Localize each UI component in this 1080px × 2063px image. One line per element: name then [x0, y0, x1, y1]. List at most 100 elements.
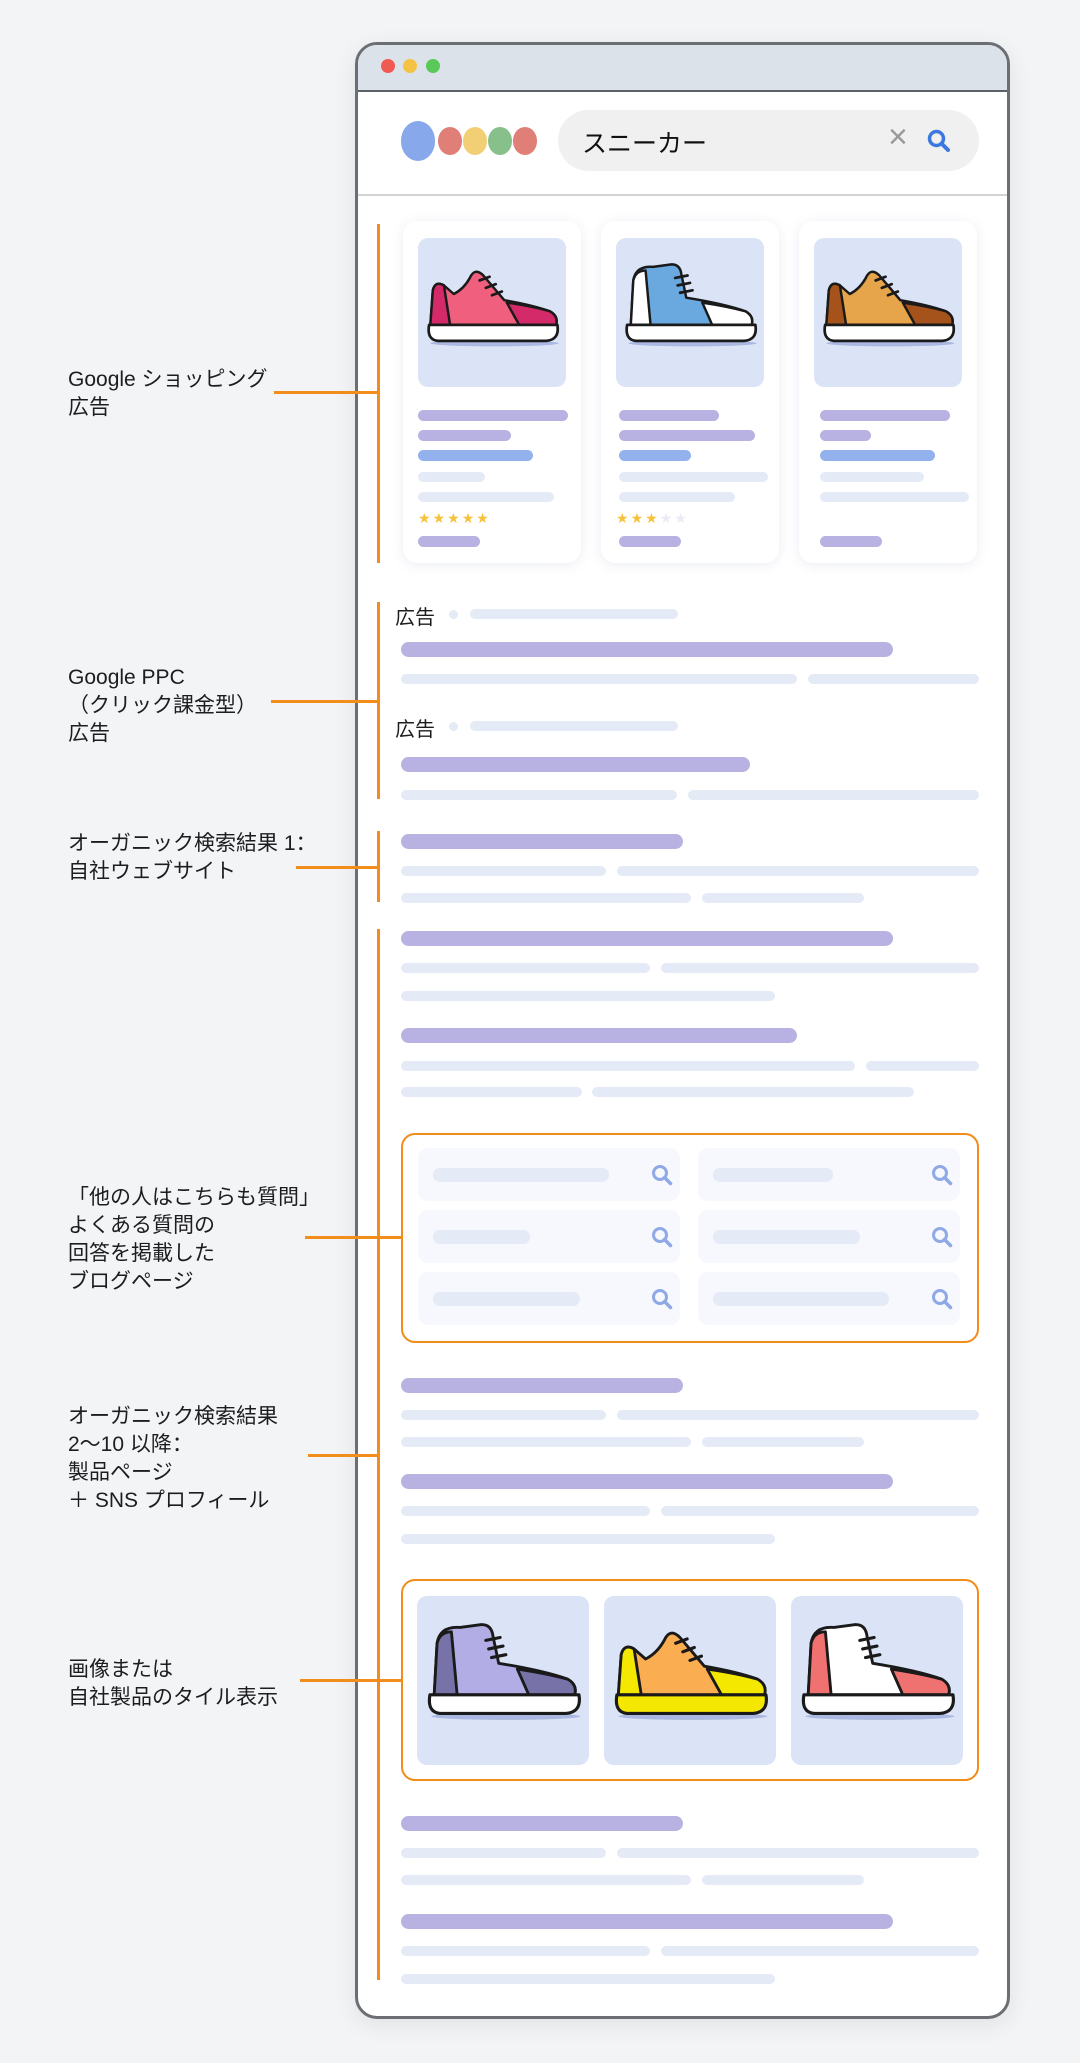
- text-placeholder: [418, 472, 485, 482]
- result-title-placeholder[interactable]: [401, 1815, 683, 1831]
- star-empty-icon: ★: [674, 510, 689, 526]
- logo-dot: [463, 127, 487, 155]
- star-empty-icon: ★: [659, 510, 675, 526]
- question-placeholder: [713, 1168, 833, 1182]
- sneaker-icon: [614, 1631, 768, 1720]
- text-placeholder: [688, 790, 979, 800]
- text-placeholder: [401, 866, 606, 876]
- text-placeholder: [619, 492, 735, 502]
- related-question[interactable]: [418, 1210, 680, 1263]
- text-placeholder: [401, 1061, 855, 1071]
- star-filled-icon: ★: [616, 510, 631, 526]
- text-placeholder: [661, 1506, 979, 1516]
- related-question[interactable]: [698, 1210, 960, 1263]
- logo-dot: [513, 127, 537, 155]
- image-tile[interactable]: [791, 1596, 963, 1765]
- annotation-shopping-ads: Google ショッピング 広告: [68, 368, 268, 419]
- text-placeholder: [401, 1506, 650, 1516]
- search-icon: [652, 1289, 673, 1310]
- text-placeholder: [592, 1087, 914, 1097]
- star-filled-icon: ★: [447, 510, 462, 526]
- image-tile[interactable]: [604, 1596, 776, 1765]
- star-filled-icon: ★: [432, 510, 448, 526]
- shopping-card[interactable]: ★★★★★: [403, 221, 581, 563]
- clear-icon[interactable]: ×: [888, 118, 908, 157]
- shopping-card[interactable]: [799, 221, 977, 563]
- close-window-button[interactable]: [381, 59, 395, 73]
- product-image: [418, 238, 566, 387]
- text-placeholder: [702, 1437, 864, 1447]
- star-filled-icon: ★: [461, 510, 477, 526]
- text-placeholder: [820, 492, 969, 502]
- related-question[interactable]: [698, 1148, 960, 1201]
- connector-paa: [305, 1236, 402, 1239]
- connector-shopping: [274, 391, 378, 394]
- text-placeholder: [401, 1534, 775, 1544]
- result-title-placeholder[interactable]: [401, 641, 893, 657]
- sneaker-icon: [427, 1623, 581, 1720]
- question-placeholder: [713, 1230, 860, 1244]
- question-placeholder: [433, 1168, 609, 1182]
- text-placeholder: [866, 1061, 979, 1071]
- result-title-placeholder[interactable]: [401, 756, 750, 772]
- annotation-ppc-ads: Google PPC （クリック課金型） 広告: [68, 666, 257, 745]
- price-placeholder: [820, 449, 935, 461]
- search-bar[interactable]: スニーカー ×: [558, 110, 979, 171]
- result-title-placeholder[interactable]: [401, 1913, 893, 1929]
- shopping-card[interactable]: ★★★★★: [601, 221, 779, 563]
- text-placeholder: [661, 1946, 979, 1956]
- text-placeholder: [401, 1437, 691, 1447]
- text-placeholder: [702, 1875, 864, 1885]
- related-question[interactable]: [698, 1272, 960, 1325]
- result-title-placeholder[interactable]: [401, 930, 893, 946]
- text-placeholder: [401, 963, 650, 973]
- related-question[interactable]: [418, 1148, 680, 1201]
- text-placeholder: [619, 409, 719, 421]
- related-question[interactable]: [418, 1272, 680, 1325]
- connector-organic-1: [296, 866, 378, 869]
- star-filled-icon: ★: [418, 510, 433, 526]
- ad-label: 広告: [395, 607, 435, 629]
- question-placeholder: [433, 1292, 580, 1306]
- text-placeholder: [401, 1848, 606, 1858]
- maximize-window-button[interactable]: [426, 59, 440, 73]
- search-icon[interactable]: [926, 128, 952, 154]
- text-placeholder: [470, 721, 678, 731]
- minimize-window-button[interactable]: [403, 59, 417, 73]
- bracket-shopping: [377, 224, 380, 563]
- text-placeholder: [401, 1875, 691, 1885]
- sneaker-icon: [427, 270, 560, 347]
- text-placeholder: [617, 866, 979, 876]
- text-placeholder: [661, 963, 979, 973]
- result-title-placeholder[interactable]: [401, 1377, 683, 1393]
- star-filled-icon: ★: [645, 510, 660, 526]
- rating-stars: ★★★★★: [616, 510, 689, 527]
- text-placeholder: [820, 472, 924, 482]
- image-tile[interactable]: [417, 1596, 589, 1765]
- title-bar: [358, 45, 1007, 92]
- result-title-placeholder[interactable]: [401, 1473, 893, 1489]
- product-image: [616, 238, 764, 387]
- price-placeholder: [619, 449, 691, 461]
- question-placeholder: [713, 1292, 889, 1306]
- sneaker-icon: [823, 270, 956, 347]
- ad-label: 広告: [395, 719, 435, 741]
- annotation-organic-1: オーガニック検索結果 1： 自社ウェブサイト: [68, 832, 317, 883]
- result-title-placeholder[interactable]: [401, 833, 683, 849]
- sneaker-icon: [801, 1623, 955, 1720]
- header-divider: [358, 194, 1007, 196]
- search-icon: [652, 1165, 673, 1186]
- connector-ppc: [271, 700, 378, 703]
- rating-stars: ★★★★★: [418, 510, 491, 527]
- text-placeholder: [820, 409, 950, 421]
- text-placeholder: [619, 429, 755, 441]
- search-input[interactable]: スニーカー: [582, 124, 707, 160]
- sneaker-icon: [625, 263, 758, 347]
- text-placeholder: [401, 790, 677, 800]
- text-placeholder: [820, 535, 882, 547]
- text-placeholder: [702, 893, 864, 903]
- text-placeholder: [401, 991, 775, 1001]
- text-placeholder: [401, 674, 797, 684]
- result-title-placeholder[interactable]: [401, 1027, 797, 1043]
- text-placeholder: [619, 472, 768, 482]
